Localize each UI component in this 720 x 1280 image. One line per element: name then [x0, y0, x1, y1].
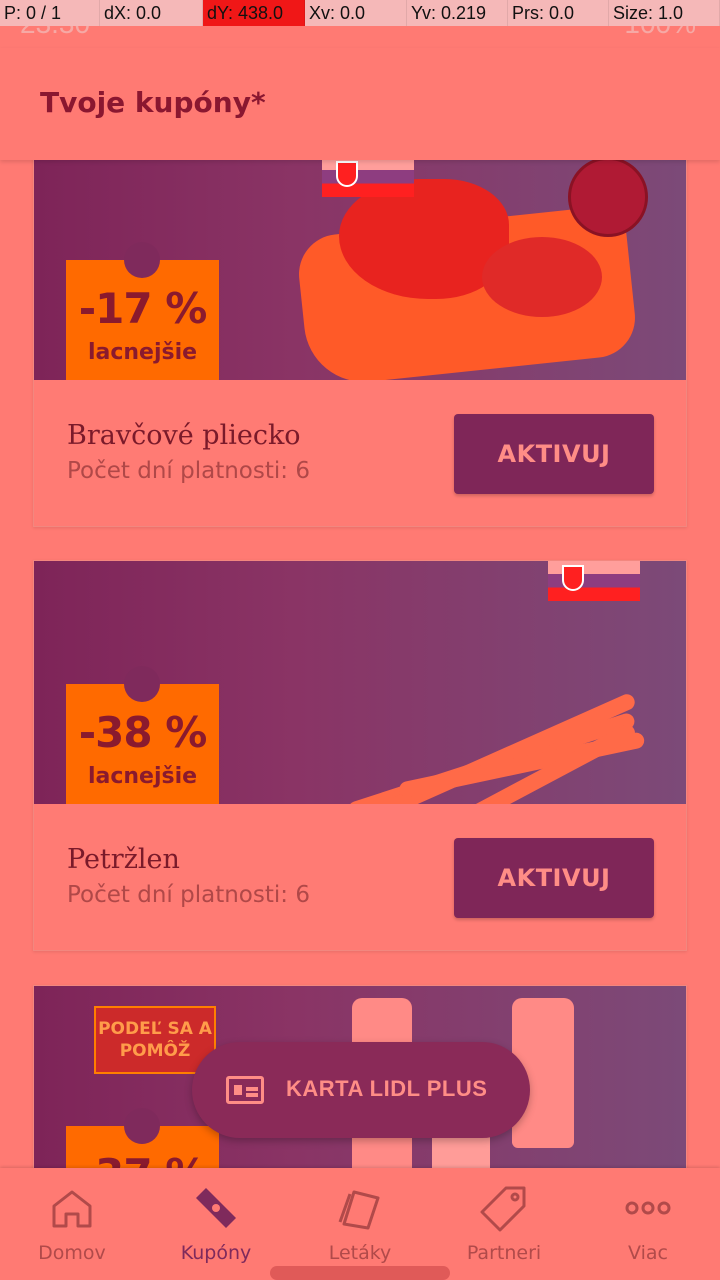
home-icon [52, 1190, 92, 1228]
nav-item-leaflets[interactable]: Letáky [288, 1168, 432, 1280]
debug-size: Size: 1.0 [609, 0, 720, 26]
coupon-card[interactable]: -38 % lacnejšie Petržlen Počet dní platn… [33, 560, 687, 951]
discount-badge: -37 % [66, 1108, 219, 1168]
card-icon [226, 1076, 264, 1104]
lidl-plus-card-button[interactable]: KARTA LIDL PLUS [192, 1042, 530, 1138]
coupon-body: Petržlen Počet dní platnosti: 6 AKTIVUJ [34, 804, 686, 950]
coupon-product-name: Petržlen [67, 844, 180, 875]
nav-item-more[interactable]: Viac [576, 1168, 720, 1280]
discount-badge: -17 % lacnejšie [66, 242, 219, 380]
nav-item-home[interactable]: Domov [0, 1168, 144, 1280]
nav-item-partners[interactable]: Partneri [432, 1168, 576, 1280]
nav-label-coupons: Kupóny [180, 1242, 252, 1264]
pointer-debug-bar: P: 0 / 1 dX: 0.0 dY: 438.0 Xv: 0.0 Yv: 0… [0, 0, 720, 26]
app-header: Tvoje kupóny* [0, 48, 720, 160]
coupon-validity: Počet dní platnosti: 6 [67, 882, 310, 908]
debug-prs: Prs: 0.0 [508, 0, 609, 26]
nav-item-coupons[interactable]: Kupóny [144, 1168, 288, 1280]
discount-value: -37 % [66, 1150, 219, 1168]
butcher-badge-icon [568, 160, 648, 237]
pork-slice-image [482, 237, 602, 317]
page-title: Tvoje kupóny* [40, 86, 266, 119]
discount-value: -17 % [78, 284, 208, 333]
nav-label-more: Viac [628, 1242, 668, 1264]
leaflet-icon [338, 1190, 380, 1230]
coupon-image: -17 % lacnejšie [34, 160, 686, 380]
discount-badge: -38 % lacnejšie [66, 666, 219, 804]
nav-label-home: Domov [38, 1242, 106, 1264]
discount-value: -38 % [78, 708, 208, 757]
coupon-product-name: Bravčové pliecko [67, 420, 301, 451]
share-and-help-badge: PODEĽ SA A POMÔŽ [94, 1006, 216, 1074]
discount-label: lacnejšie [87, 764, 198, 789]
activate-button[interactable]: AKTIVUJ [454, 838, 654, 918]
debug-dy: dY: 438.0 [203, 0, 305, 26]
debug-dx: dX: 0.0 [100, 0, 203, 26]
coupon-validity: Počet dní platnosti: 6 [67, 458, 310, 484]
coupon-list[interactable]: -17 % lacnejšie Bravčové pliecko Počet d… [0, 160, 720, 1168]
slovak-flag-icon [322, 160, 414, 197]
coupon-icon [196, 1188, 236, 1228]
debug-pointer: P: 0 / 1 [0, 0, 100, 26]
bottom-navigation: Domov Kupóny Letáky Partneri Viac [0, 1168, 720, 1280]
more-icon [625, 1201, 671, 1215]
home-indicator[interactable] [270, 1266, 450, 1280]
coupon-image: -38 % lacnejšie [34, 561, 686, 804]
nav-label-partners: Partneri [466, 1242, 542, 1264]
coupon-card[interactable]: -17 % lacnejšie Bravčové pliecko Počet d… [33, 160, 687, 527]
discount-label: lacnejšie [87, 340, 198, 365]
coupon-body: Bravčové pliecko Počet dní platnosti: 6 … [34, 380, 686, 526]
lidl-plus-card-label: KARTA LIDL PLUS [286, 1076, 488, 1101]
debug-yv: Yv: 0.219 [407, 0, 508, 26]
slovak-flag-icon [548, 561, 640, 601]
nav-label-leaflets: Letáky [328, 1242, 392, 1264]
tag-icon [480, 1186, 526, 1232]
activate-button[interactable]: AKTIVUJ [454, 414, 654, 494]
debug-xv: Xv: 0.0 [305, 0, 407, 26]
